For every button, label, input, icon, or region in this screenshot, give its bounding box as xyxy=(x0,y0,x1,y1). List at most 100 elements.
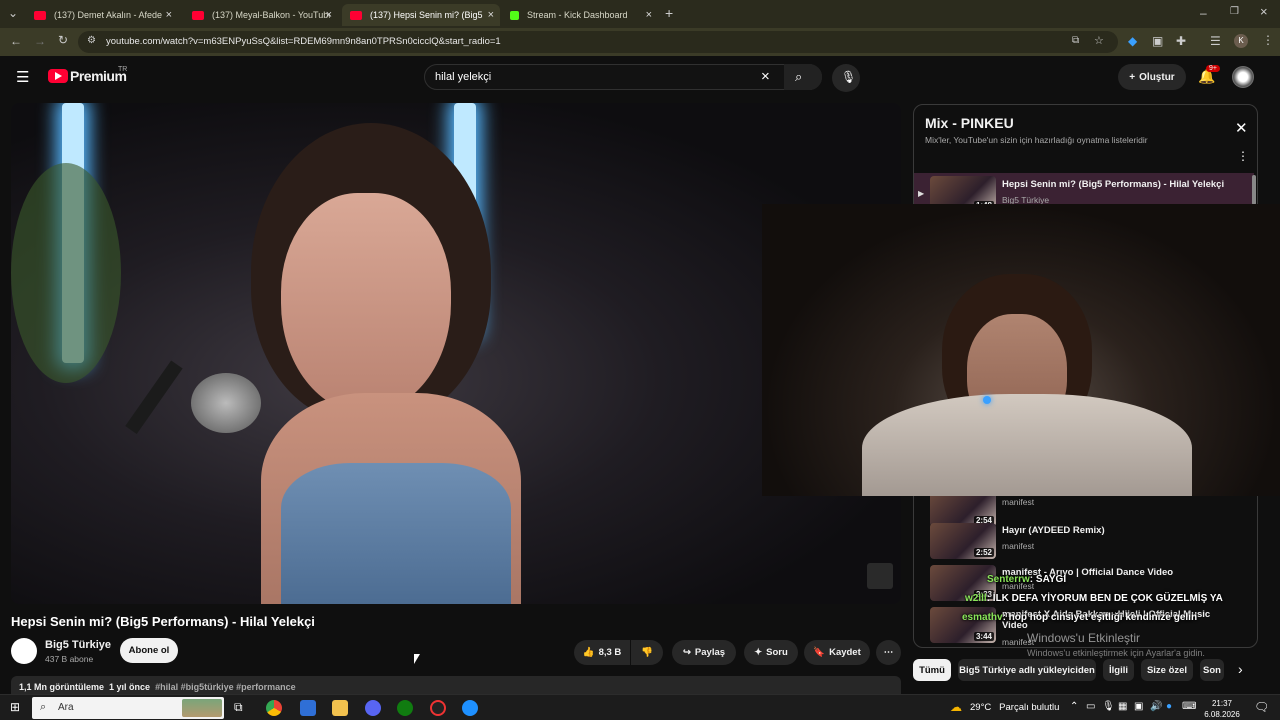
taskbar-search[interactable]: ⌕ Ara xyxy=(32,697,224,719)
duration: 3:44 xyxy=(973,632,994,641)
youtube-favicon-icon xyxy=(192,10,204,20)
chat-text: : İLK DEFA YİYORUM BEN DE ÇOK GÜZELMİŞ Y… xyxy=(986,593,1223,604)
browser-address-bar: ← → ↻ ⚙ youtube.com/watch?v=m63ENPyuSsQ&… xyxy=(0,28,1280,56)
restore-icon[interactable]: ❐ xyxy=(1230,6,1239,17)
video-frame-microphone xyxy=(191,373,261,433)
youtube-logo-icon[interactable] xyxy=(48,69,68,83)
extensions-puzzle-icon[interactable]: ✚ xyxy=(1176,34,1186,48)
microphone-icon[interactable]: 🎙 xyxy=(1102,701,1115,712)
file-explorer-icon[interactable] xyxy=(332,700,348,716)
browser-tab-4[interactable]: Stream - Kick Dashboard × xyxy=(502,4,658,26)
monitor-icon[interactable]: ▣ xyxy=(1134,701,1143,712)
more-actions-button[interactable]: ⋯ xyxy=(876,640,901,665)
back-icon[interactable]: ← xyxy=(10,34,22,48)
browser-tab-1[interactable]: (137) Demet Akalın - Afede × xyxy=(26,4,178,26)
url-field[interactable]: ⚙ youtube.com/watch?v=m63ENPyuSsQ&list=R… xyxy=(78,31,1118,53)
browser-tab-2[interactable]: (137) Meyal-Balkon - YouTube × xyxy=(184,4,338,26)
play-triangle-icon xyxy=(55,72,62,80)
windows-start-icon[interactable]: ⊞ xyxy=(10,700,20,714)
search-input[interactable]: hilal yelekçi × xyxy=(424,64,822,90)
chip-recent[interactable]: Son xyxy=(1200,659,1224,681)
tab-title: (137) Meyal-Balkon - YouTube xyxy=(212,10,330,20)
notifications-icon[interactable]: 🗨 xyxy=(1254,700,1269,714)
playlist-item[interactable]: 2:52 Hayır (AYDEED Remix) manifest xyxy=(914,523,1254,565)
reading-list-icon[interactable]: ☰ xyxy=(1210,34,1221,48)
display-icon[interactable]: ▦ xyxy=(1118,701,1127,712)
ask-button[interactable]: ✦ Soru xyxy=(744,640,798,665)
tray-app-icon[interactable]: ● xyxy=(1166,701,1172,712)
weather-icon[interactable]: ☁ xyxy=(950,700,962,714)
task-view-icon[interactable]: ⧉ xyxy=(234,700,243,715)
hamburger-menu-icon[interactable]: ☰ xyxy=(16,68,29,86)
tab-title: (137) Demet Akalın - Afede xyxy=(54,10,163,20)
cast-icon[interactable]: ⧉ xyxy=(1072,35,1079,46)
like-button[interactable]: 👍 8,3 B xyxy=(574,640,630,665)
create-label: Oluştur xyxy=(1139,71,1175,83)
network-icon[interactable]: ▭ xyxy=(1086,701,1095,712)
close-tab-icon[interactable]: × xyxy=(488,9,494,21)
like-count: 8,3 B xyxy=(598,647,622,658)
forward-icon[interactable]: → xyxy=(34,34,46,48)
weather-widget[interactable]: 29°C Parçalı bulutlu xyxy=(970,702,1059,713)
panel-scrollbar[interactable] xyxy=(1252,175,1256,205)
minimize-icon[interactable]: – xyxy=(1200,6,1207,20)
create-button[interactable]: + Oluştur xyxy=(1118,64,1186,90)
search-button[interactable]: ⌕ xyxy=(784,64,822,90)
notification-count-badge: 9+ xyxy=(1206,65,1220,72)
bookmark-icon: 🔖 xyxy=(813,647,826,658)
playlist-item-title: Hayır (AYDEED Remix) xyxy=(1002,525,1105,536)
dislike-button[interactable]: 👎 xyxy=(631,640,663,665)
description-box[interactable]: 1,1 Mn görüntüleme 1 yıl önce #hilal #bi… xyxy=(11,676,901,696)
playlist-menu-icon[interactable]: ⋮ xyxy=(1237,149,1249,163)
chevron-up-icon[interactable]: ⌃ xyxy=(1070,701,1078,712)
volume-icon[interactable]: 🔊 xyxy=(1150,701,1162,712)
edge-icon[interactable] xyxy=(462,700,478,716)
obs-icon[interactable] xyxy=(430,700,446,716)
app-icon[interactable] xyxy=(300,700,316,716)
hashtags[interactable]: #hilal #big5türkiye #performance xyxy=(155,682,296,692)
taskbar-clock[interactable]: 21:37 6.08.2026 xyxy=(1202,698,1242,720)
webcam-overlay xyxy=(762,204,1280,496)
chip-all[interactable]: Tümü xyxy=(913,659,951,681)
close-window-icon[interactable]: × xyxy=(1260,4,1268,19)
save-label: Kaydet xyxy=(829,647,861,658)
account-avatar[interactable] xyxy=(1232,66,1254,88)
chip-related[interactable]: İlgili xyxy=(1103,659,1134,681)
discord-icon[interactable] xyxy=(365,700,381,716)
profile-avatar[interactable]: K xyxy=(1234,34,1248,48)
headset-light-icon xyxy=(983,396,991,404)
channel-avatar[interactable] xyxy=(11,638,37,664)
extension-icon[interactable]: ▣ xyxy=(1152,34,1163,48)
weather-condition: Parçalı bulutlu xyxy=(999,702,1060,713)
chrome-icon[interactable] xyxy=(266,700,282,716)
extension-icon[interactable]: ◆ xyxy=(1128,34,1137,48)
xbox-icon[interactable] xyxy=(397,700,413,716)
windows-activation-title: Windows'u Etkinleştir xyxy=(1027,631,1140,645)
youtube-favicon-icon xyxy=(34,10,46,20)
new-tab-icon[interactable]: + xyxy=(665,5,673,21)
channel-name[interactable]: Big5 Türkiye xyxy=(45,639,111,651)
voice-search-button[interactable]: 🎙 xyxy=(832,64,860,92)
share-button[interactable]: ↪ Paylaş xyxy=(672,640,736,665)
channel-watermark-icon[interactable] xyxy=(867,563,893,589)
browser-tab-3[interactable]: (137) Hepsi Senin mi? (Big5 × xyxy=(342,4,500,26)
language-icon[interactable]: ⌨ xyxy=(1182,701,1196,712)
close-tab-icon[interactable]: × xyxy=(326,9,332,21)
kick-favicon-icon xyxy=(510,10,519,20)
chevron-right-icon[interactable]: › xyxy=(1238,661,1243,677)
clear-search-icon[interactable]: × xyxy=(761,68,770,85)
mix-subtitle: Mix'ler, YouTube'un sizin için hazırladı… xyxy=(925,135,1148,145)
chip-for-you[interactable]: Size özel xyxy=(1141,659,1193,681)
save-button[interactable]: 🔖 Kaydet xyxy=(804,640,870,665)
close-tab-icon[interactable]: × xyxy=(166,9,172,21)
site-info-icon[interactable]: ⚙ xyxy=(87,35,96,46)
chip-uploader[interactable]: Big5 Türkiye adlı yükleyiciden xyxy=(958,659,1096,681)
close-panel-icon[interactable]: ✕ xyxy=(1235,119,1248,137)
close-tab-icon[interactable]: × xyxy=(646,9,652,21)
subscribe-button[interactable]: Abone ol xyxy=(120,638,178,663)
tab-list-chevron-icon[interactable]: ⌄ xyxy=(8,6,18,20)
reload-icon[interactable]: ↻ xyxy=(58,33,68,47)
bookmark-star-icon[interactable]: ☆ xyxy=(1094,34,1104,47)
chat-text: : hop hop cinsiyet eşitliği kendinize ge… xyxy=(1002,612,1198,623)
browser-menu-icon[interactable]: ⋮ xyxy=(1262,33,1274,47)
